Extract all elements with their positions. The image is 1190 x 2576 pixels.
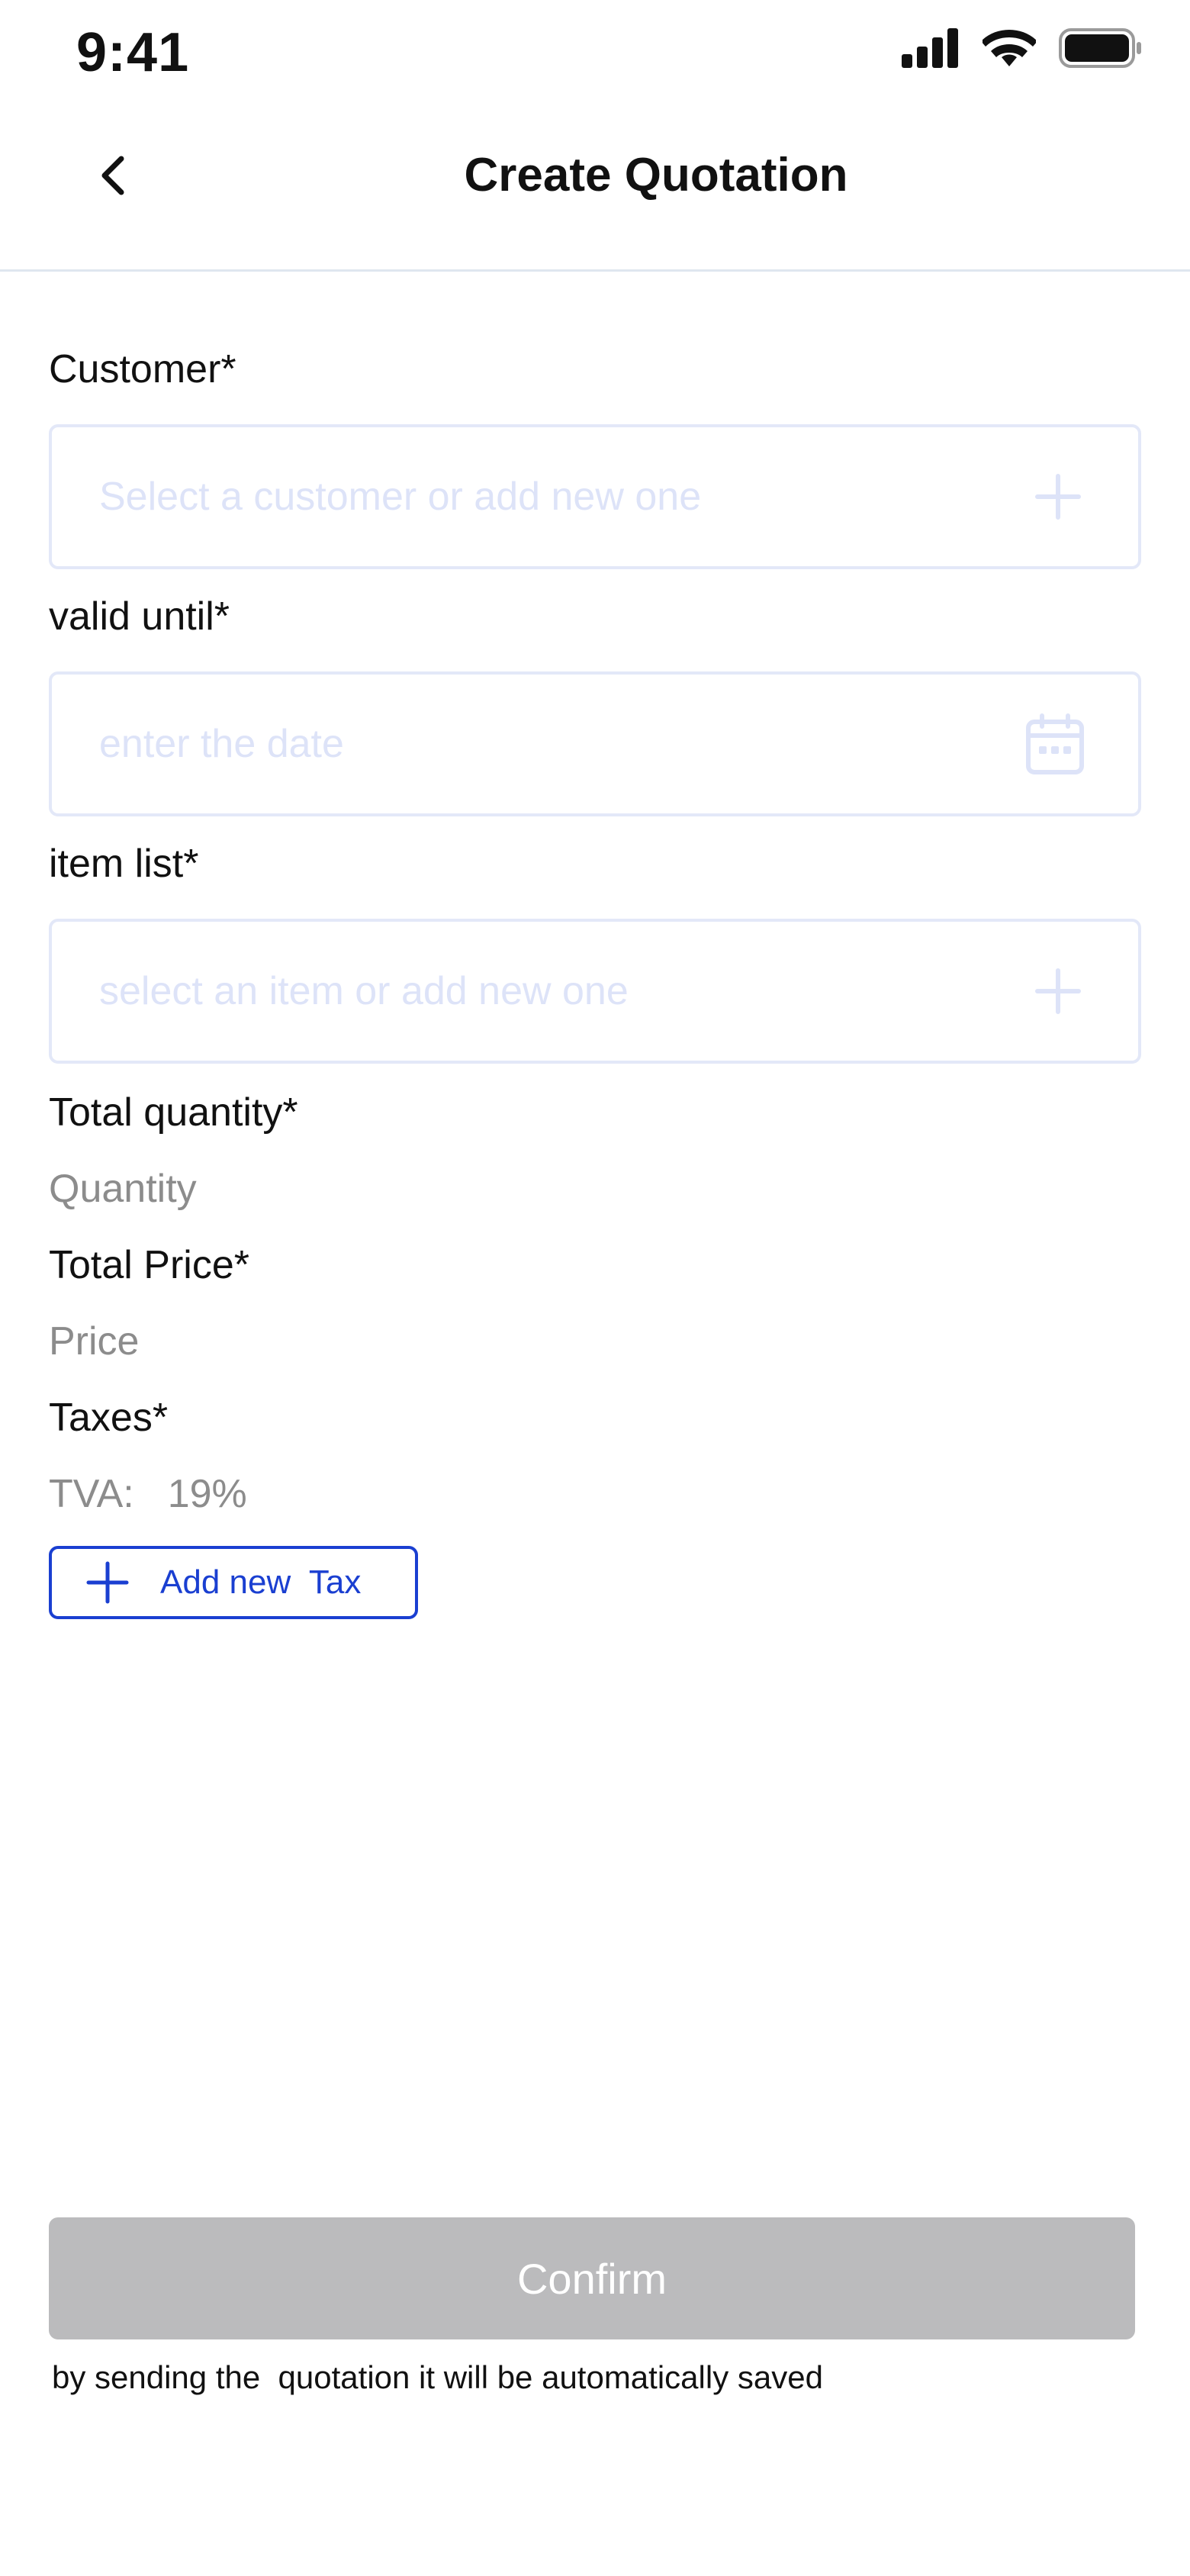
total-quantity-label: Total quantity* [49,1090,298,1135]
valid-until-placeholder: enter the date [99,722,344,766]
tax-row: TVA: 19% [49,1471,247,1517]
item-list-select[interactable]: select an item or add new one [49,919,1141,1064]
valid-until-date-input[interactable]: enter the date [49,671,1141,816]
status-bar: 9:41 [0,0,1190,99]
add-new-tax-button[interactable]: Add new Tax [49,1546,418,1619]
confirm-button[interactable]: Confirm [49,2217,1135,2339]
status-icons [902,26,1143,70]
item-list-label: item list* [49,842,199,886]
plus-icon[interactable] [1031,470,1085,523]
calendar-icon[interactable] [1025,713,1085,775]
footer-note: by sending the quotation it will be auto… [52,2359,823,2395]
customer-label: Customer* [49,347,236,391]
customer-placeholder: Select a customer or add new one [99,475,702,519]
item-list-placeholder: select an item or add new one [99,969,629,1013]
signal-icon [902,28,958,68]
wifi-icon [983,30,1036,66]
total-price-label: Total Price* [49,1243,249,1287]
nav-bar: Create Quotation [0,99,1190,272]
total-price-value: Price [49,1319,140,1364]
page-title: Create Quotation [464,149,848,201]
plus-icon [86,1561,129,1604]
add-new-tax-label: Add new Tax [160,1563,362,1601]
plus-icon[interactable] [1031,964,1085,1018]
valid-until-label: valid until* [49,594,230,639]
battery-icon [1059,28,1141,68]
tax-value: 19% [167,1472,247,1516]
status-time: 9:41 [76,22,190,83]
customer-select[interactable]: Select a customer or add new one [49,424,1141,569]
taxes-label: Taxes* [49,1396,169,1440]
tax-name: TVA: [49,1472,134,1516]
total-quantity-value: Quantity [49,1167,197,1211]
